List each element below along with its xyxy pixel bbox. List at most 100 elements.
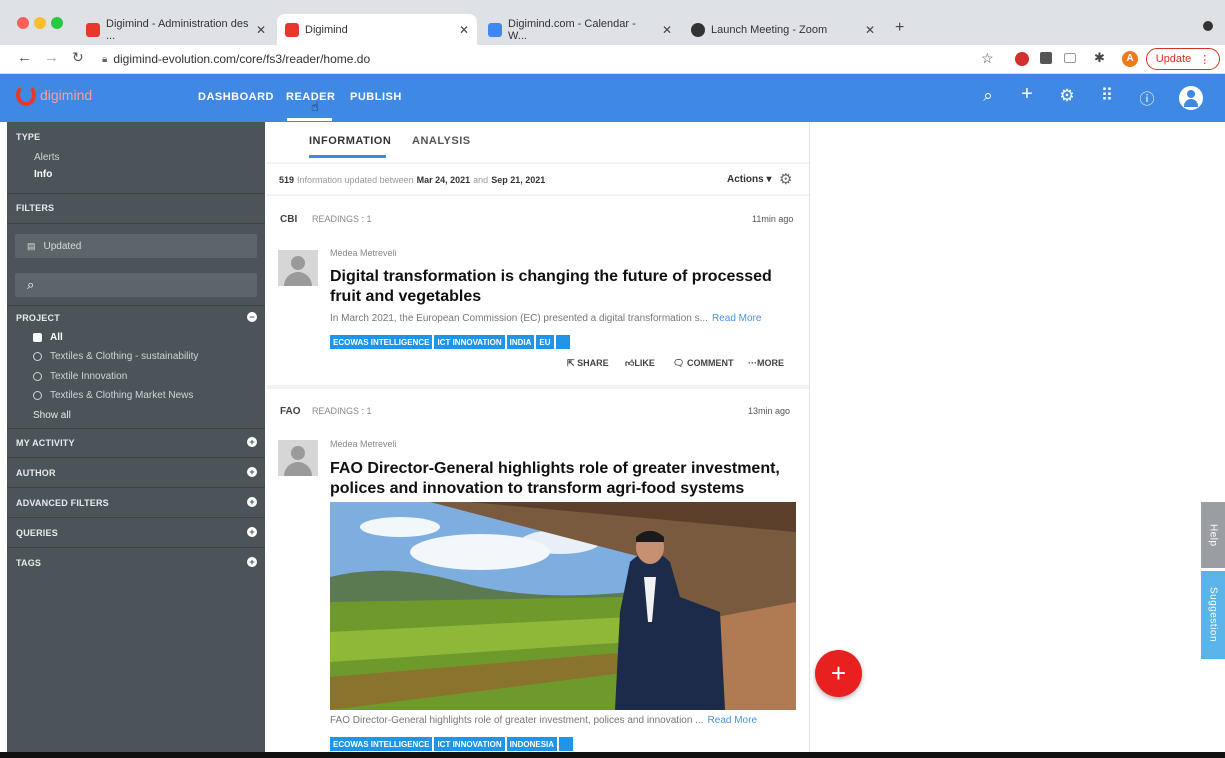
tag[interactable]: INDONESIA <box>506 737 558 751</box>
tab-information[interactable]: INFORMATION <box>309 135 391 147</box>
digimind-logo[interactable]: digimind <box>16 84 92 106</box>
update-button[interactable]: Update ⋮ <box>1146 48 1220 70</box>
project-option[interactable]: Textiles & Clothing Market News <box>33 390 193 401</box>
section-tags[interactable]: TAGS <box>16 558 41 568</box>
like-button[interactable]: 👍︎LIKE <box>625 358 655 369</box>
comment-label: COMMENT <box>686 358 734 368</box>
tag[interactable]: ECOWAS INTELLIGENCE <box>330 737 433 751</box>
collapse-icon[interactable]: − <box>247 312 257 322</box>
date-from: Mar 24, 2021 <box>416 175 471 185</box>
browser-tab[interactable]: Digimind.com - Calendar - W... ✕ <box>480 14 680 45</box>
url-text: digimind-evolution.com/core/fs3/reader/h… <box>113 52 371 66</box>
project-option[interactable]: All <box>33 332 63 343</box>
sidebar-search-input[interactable]: ⌕ <box>15 273 257 297</box>
help-circle-icon[interactable]: ⓘ <box>1135 88 1159 109</box>
forward-arrow-icon[interactable]: → <box>44 49 59 66</box>
extension-icon[interactable] <box>1015 52 1029 66</box>
date-filter-select[interactable]: ▤ Updated <box>15 234 257 258</box>
tag[interactable]: EU <box>536 335 554 349</box>
actions-label: Actions <box>727 174 764 185</box>
show-all-link[interactable]: Show all <box>33 410 71 421</box>
tag-more[interactable]: ... <box>555 335 570 349</box>
search-icon[interactable]: ⌕ <box>976 86 1000 106</box>
detail-pane <box>809 122 1225 758</box>
card-title[interactable]: FAO Director-General highlights role of … <box>330 459 800 499</box>
type-alerts[interactable]: Alerts <box>34 152 60 163</box>
project-option[interactable]: Textile Innovation <box>33 371 127 382</box>
tag[interactable]: ICT INNOVATION <box>434 335 505 349</box>
summary-and: and <box>473 175 489 185</box>
app-header <box>0 74 1225 122</box>
card-title[interactable]: Digital transformation is changing the f… <box>330 267 800 307</box>
tag[interactable]: ECOWAS INTELLIGENCE <box>330 335 433 349</box>
nav-dashboard[interactable]: DASHBOARD <box>198 91 274 103</box>
maximize-window-icon[interactable] <box>51 17 63 29</box>
lock-icon: 🔒︎ <box>102 53 108 65</box>
radio-icon <box>33 391 42 400</box>
tab-analysis[interactable]: ANALYSIS <box>412 135 471 147</box>
tag[interactable]: INDIA <box>506 335 535 349</box>
expand-plus-icon[interactable]: + <box>247 437 257 447</box>
settings-gear-icon[interactable]: ⚙︎ <box>1055 86 1079 106</box>
card-source[interactable]: CBI <box>280 214 297 225</box>
close-icon[interactable]: ✕ <box>459 23 469 37</box>
article-image[interactable] <box>330 502 796 710</box>
card-author[interactable]: Medea Metreveli <box>330 248 397 258</box>
section-queries[interactable]: QUERIES <box>16 528 58 538</box>
read-more-link[interactable]: Read More <box>712 313 761 324</box>
close-window-icon[interactable] <box>17 17 29 29</box>
digimind-favicon-icon <box>86 22 100 37</box>
nav-publish[interactable]: PUBLISH <box>350 91 402 103</box>
help-side-tab[interactable]: Help <box>1201 502 1225 568</box>
browser-tab-active[interactable]: Digimind ✕ <box>277 14 477 45</box>
close-icon[interactable]: ✕ <box>865 23 875 37</box>
add-icon[interactable]: + <box>1015 83 1039 106</box>
type-info[interactable]: Info <box>34 169 52 180</box>
comment-icon: 🗨︎ <box>673 358 685 368</box>
summary-count: 519 <box>279 175 295 185</box>
close-icon[interactable]: ✕ <box>662 23 672 37</box>
address-bar[interactable]: 🔒︎ digimind-evolution.com/core/fs3/reade… <box>102 48 972 70</box>
expand-plus-icon[interactable]: + <box>247 467 257 477</box>
excerpt-text: In March 2021, the European Commission (… <box>330 313 708 324</box>
expand-plus-icon[interactable]: + <box>247 497 257 507</box>
calendar-favicon-icon <box>488 22 502 37</box>
apps-grid-icon[interactable]: ⠿ <box>1095 86 1119 106</box>
section-author[interactable]: AUTHOR <box>16 468 56 478</box>
extension-icon[interactable] <box>1040 52 1052 64</box>
add-fab-button[interactable]: + <box>815 650 862 697</box>
project-option[interactable]: Textiles & Clothing - sustainability <box>33 351 198 362</box>
minimize-window-icon[interactable] <box>34 17 46 29</box>
browser-menu-icon[interactable] <box>1203 21 1213 31</box>
section-advanced-filters[interactable]: ADVANCED FILTERS <box>16 498 109 508</box>
digimind-logo-icon <box>16 84 36 106</box>
read-more-link[interactable]: Read More <box>708 715 757 726</box>
filters-heading: FILTERS <box>16 203 55 213</box>
search-icon: ⌕ <box>27 277 35 292</box>
extension-icon[interactable] <box>1064 53 1076 63</box>
tag-more[interactable]: ... <box>559 737 574 751</box>
new-tab-icon[interactable]: + <box>895 19 904 37</box>
suggestion-side-tab[interactable]: Suggestion <box>1201 571 1225 659</box>
back-arrow-icon[interactable]: ← <box>17 49 32 66</box>
card-author[interactable]: Medea Metreveli <box>330 439 397 449</box>
actions-dropdown[interactable]: Actions ▾ <box>727 174 771 185</box>
reload-icon[interactable]: ↻ <box>72 49 84 66</box>
bookmark-star-icon[interactable]: ☆ <box>981 50 994 67</box>
browser-tab[interactable]: Digimind - Administration des ... ✕ <box>78 14 274 45</box>
expand-plus-icon[interactable]: + <box>247 557 257 567</box>
feed-settings-gear-icon[interactable]: ⚙︎ <box>779 170 792 188</box>
profile-avatar[interactable]: A <box>1122 51 1138 67</box>
share-button[interactable]: ⇱ SHARE <box>567 358 609 369</box>
tag[interactable]: ICT INNOVATION <box>434 737 505 751</box>
user-account-icon[interactable] <box>1179 86 1203 110</box>
close-icon[interactable]: ✕ <box>256 23 266 37</box>
comment-button[interactable]: 🗨︎ COMMENT <box>673 358 733 369</box>
card-source[interactable]: FAO <box>280 406 301 417</box>
section-my-activity[interactable]: MY ACTIVITY <box>16 438 75 448</box>
more-button[interactable]: ···MORE <box>748 358 784 368</box>
expand-plus-icon[interactable]: + <box>247 527 257 537</box>
browser-tab[interactable]: Launch Meeting - Zoom ✕ <box>683 14 883 45</box>
extensions-puzzle-icon[interactable]: ✱ <box>1094 50 1105 66</box>
date-filter-label: Updated <box>43 240 82 252</box>
